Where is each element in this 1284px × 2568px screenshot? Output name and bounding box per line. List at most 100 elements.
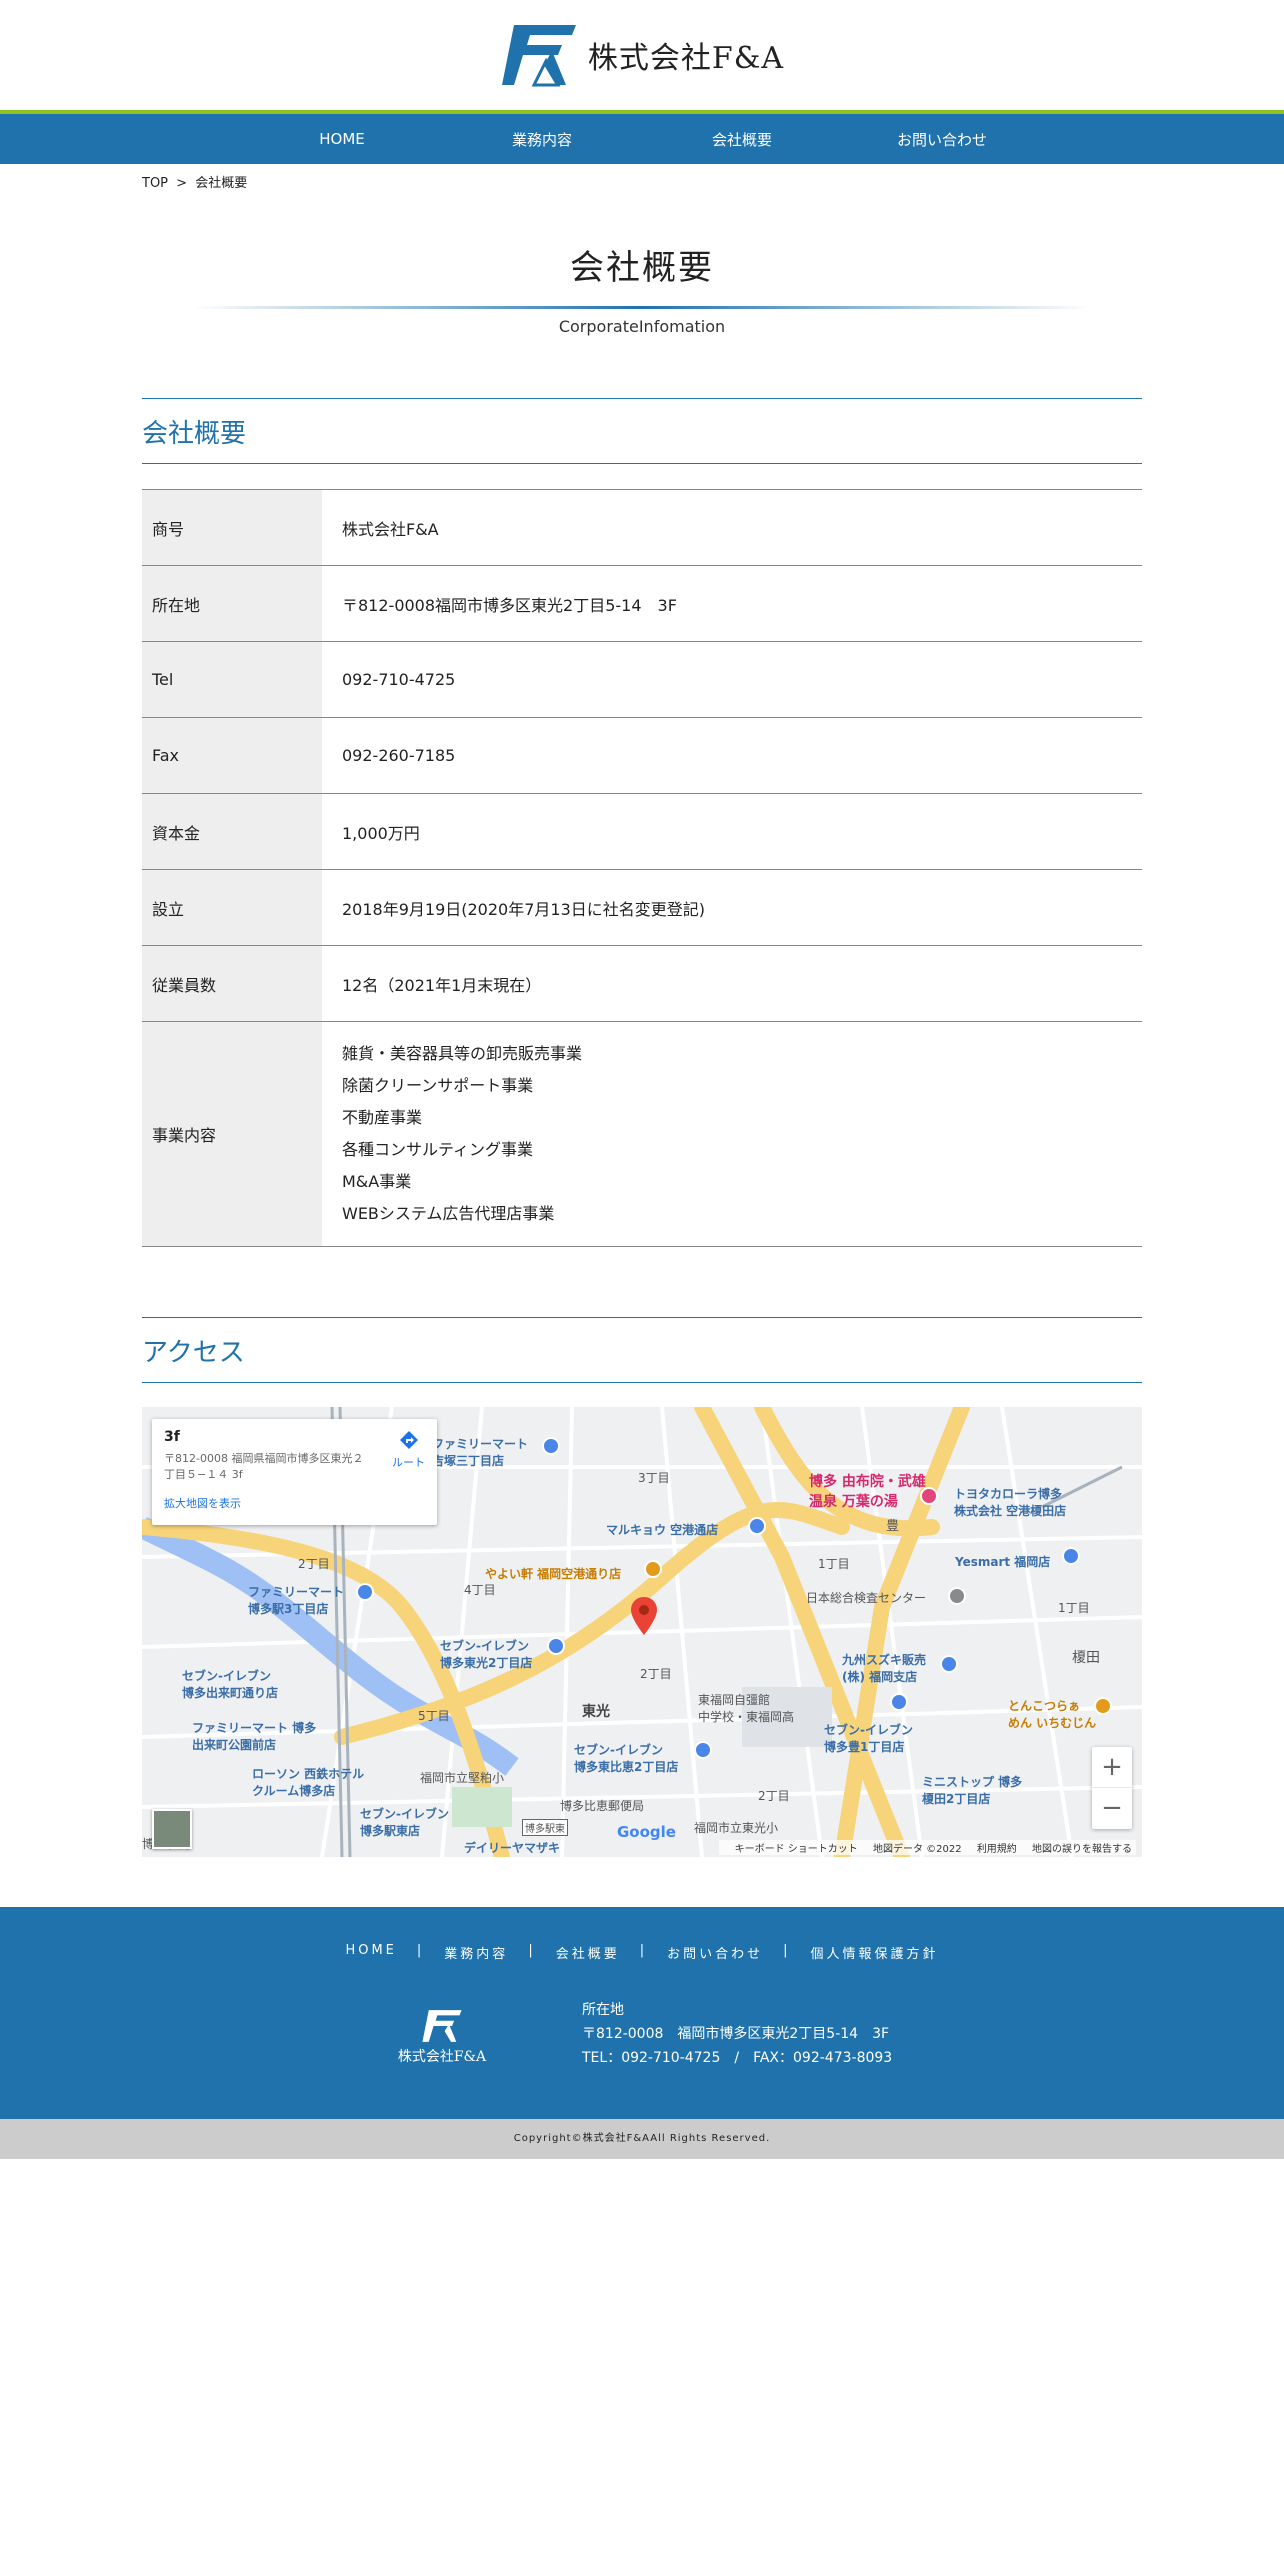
nav-home[interactable]: HOME [242, 130, 442, 148]
nav-company[interactable]: 会社概要 [642, 129, 842, 150]
footer-separator: | [783, 1943, 791, 1958]
map-label-toyota[interactable]: トヨタカローラ博多 株式会社 空港榎田店 [954, 1485, 1066, 1519]
company-table: 商号 株式会社F&A 所在地 〒812-0008福岡市博多区東光2丁目5-14 … [142, 489, 1142, 1247]
footer-link-services[interactable]: 業務内容 [444, 1943, 508, 1962]
map-label-seven-higashihie[interactable]: セブン-イレブン 博多東比恵2丁目店 [574, 1741, 678, 1775]
satellite-toggle[interactable] [152, 1809, 192, 1849]
map-label-seven-tokou[interactable]: セブン-イレブン 博多東光2丁目店 [440, 1637, 532, 1671]
map-enlarge-link[interactable]: 拡大地図を表示 [164, 1495, 425, 1511]
google-map[interactable]: ファミリーマート 吉塚三丁目店 やよい軒 福岡空港通り店 博多 由布院・武雄 温泉 … [142, 1407, 1142, 1857]
row-label: 資本金 [142, 793, 322, 870]
breadcrumb-top[interactable]: TOP [142, 176, 168, 191]
footer-logo-text: 株式会社F&A [397, 2049, 487, 2065]
map-label-higashi-fukuoka[interactable]: 東福岡自彊館 中学校・東福岡高 [698, 1691, 794, 1725]
logo-text: 株式会社F&A [587, 41, 785, 76]
footer-separator: | [639, 1943, 648, 1958]
footer-link-privacy[interactable]: 個人情報保護方針 [811, 1943, 939, 1962]
fa-logo-icon [422, 2010, 462, 2042]
map-label-hakata-sho[interactable]: 福岡市立堅粕小 [420, 1769, 504, 1786]
map-label-familymart-3chome[interactable]: ファミリーマート 博多駅3丁目店 [248, 1583, 344, 1617]
restaurant-icon[interactable] [644, 1560, 662, 1578]
table-row: 資本金 1,000万円 [142, 793, 1142, 870]
map-label-chome: 1丁目 [818, 1557, 850, 1571]
footer-link-home[interactable]: HOME [345, 1943, 396, 1962]
map-label-seven-hakataeki[interactable]: セブン-イレブン 博多駅東店 [360, 1805, 449, 1839]
map-label-station[interactable]: 博多駅東 [522, 1819, 568, 1836]
site-footer: HOME | 業務内容 | 会社概要 | お問い合わせ | 個人情報保護方針 株… [0, 1907, 1284, 2119]
table-row: 商号 株式会社F&A [142, 489, 1142, 566]
row-label: Tel [142, 641, 322, 718]
map-label-onsen[interactable]: 博多 由布院・武雄 温泉 万葉の湯 [809, 1471, 926, 1511]
page-title-block: 会社概要 CorporateInfomation [0, 246, 1284, 336]
footer-address: 〒812-0008 福岡市博多区東光2丁目5-14 3F [582, 2026, 890, 2042]
zoom-in-button[interactable]: + [1092, 1747, 1132, 1788]
map-label-seven-yutaka[interactable]: セブン-イレブン 博多豊1丁目店 [824, 1721, 913, 1755]
row-value: 〒812-0008福岡市博多区東光2丁目5-14 3F [322, 565, 1142, 642]
keyboard-shortcuts-link[interactable]: キーボード ショートカット [735, 1844, 858, 1855]
map-label-daily[interactable]: デイリーヤマザキ [464, 1839, 560, 1856]
map-label-tonkotsu[interactable]: とんこつらぁ めん いちむじん [1008, 1697, 1096, 1731]
access-section: アクセス ファミリーマート 吉塚三丁目店 やよい軒 福岡空港通り店 博多 由布院… [142, 1317, 1142, 1857]
map-label-familymart-yoshizuka[interactable]: ファミリーマート 吉塚三丁目店 [432, 1435, 528, 1469]
convenience-store-icon[interactable] [547, 1637, 565, 1655]
location-pin-icon[interactable] [631, 1597, 657, 1635]
map-label-nihon-sogo[interactable]: 日本総合検査センター [806, 1589, 926, 1606]
map-label-familymart-demachi[interactable]: ファミリーマート 博多 出来町公園前店 [192, 1719, 316, 1753]
nav-contact[interactable]: お問い合わせ [842, 129, 1042, 150]
route-button[interactable]: ルート [392, 1429, 425, 1470]
map-label-tokou-sho[interactable]: 福岡市立東光小 [694, 1819, 778, 1836]
footer-nav: HOME | 業務内容 | 会社概要 | お問い合わせ | 個人情報保護方針 [0, 1907, 1284, 1962]
map-label-lawson[interactable]: ローソン 西鉄ホテル クルーム博多店 [252, 1765, 364, 1799]
car-dealer-icon[interactable] [940, 1655, 958, 1673]
title-divider [192, 306, 1092, 309]
map-data-text: 地図データ ©2022 [872, 1844, 962, 1855]
map-label-seven-demachi[interactable]: セブン-イレブン 博多出来町通り店 [182, 1667, 278, 1701]
nav-services[interactable]: 業務内容 [442, 129, 642, 150]
row-label: 商号 [142, 489, 322, 566]
google-logo: Google [617, 1823, 676, 1841]
terms-link[interactable]: 利用規約 [977, 1844, 1017, 1855]
convenience-store-icon[interactable] [542, 1437, 560, 1455]
company-heading: 会社概要 [142, 398, 1142, 464]
logo[interactable]: 株式会社F&A [500, 21, 784, 89]
convenience-store-icon[interactable] [356, 1583, 374, 1601]
ramen-icon[interactable] [1094, 1697, 1112, 1715]
footer-link-contact[interactable]: お問い合わせ [667, 1943, 763, 1962]
map-info-card: 3f 〒812-0008 福岡県福岡市博多区東光２丁目５−１４ 3f 拡大地図を… [152, 1419, 437, 1525]
table-row: Fax 092-260-7185 [142, 717, 1142, 794]
convenience-store-icon[interactable] [890, 1693, 908, 1711]
footer-logo[interactable]: 株式会社F&A [342, 1998, 542, 2070]
breadcrumb-current: 会社概要 [195, 176, 248, 191]
table-row: 設立 2018年9月19日(2020年7月13日に社名変更登記) [142, 869, 1142, 946]
footer-separator: | [528, 1943, 536, 1958]
row-value: 092-710-4725 [322, 641, 1142, 718]
business-list: 雑貨・美容器具等の卸売販売事業 除菌クリーンサポート事業 不動産事業 各種コンサ… [342, 1022, 1142, 1246]
building-icon[interactable] [948, 1587, 966, 1605]
business-item: 除菌クリーンサポート事業 [342, 1076, 534, 1095]
report-error-link[interactable]: 地図の誤りを報告する [1032, 1844, 1132, 1855]
business-item: 不動産事業 [342, 1108, 423, 1127]
supermarket-icon[interactable] [748, 1517, 766, 1535]
map-label-ministop[interactable]: ミニストップ 博多 榎田2丁目店 [922, 1773, 1022, 1807]
row-label: 所在地 [142, 565, 322, 642]
page-subtitle: CorporateInfomation [558, 317, 726, 336]
onsen-icon[interactable] [920, 1487, 938, 1505]
fa-logo-icon [501, 25, 576, 87]
row-value: 12名（2021年1月末現在） [322, 945, 1142, 1022]
breadcrumb: TOP > 会社概要 [142, 174, 1142, 194]
shop-icon[interactable] [1062, 1547, 1080, 1565]
map-label-chome: 2丁目 [758, 1789, 790, 1803]
footer-link-company[interactable]: 会社概要 [556, 1943, 620, 1962]
map-label-yesmart[interactable]: Yesmart 福岡店 [955, 1553, 1050, 1570]
zoom-out-button[interactable]: − [1092, 1788, 1132, 1829]
map-label-marukyo[interactable]: マルキョウ 空港通店 [606, 1521, 718, 1538]
map-label-chome: 2丁目 [298, 1557, 330, 1571]
map-label-chome: 5丁目 [418, 1709, 450, 1723]
row-label: Fax [142, 717, 322, 794]
map-label-yayoiken[interactable]: やよい軒 福岡空港通り店 [485, 1565, 621, 1582]
map-attribution: キーボード ショートカット 地図データ ©2022 利用規約 地図の誤りを報告す… [718, 1840, 1136, 1855]
map-label-kyushu-suzuki[interactable]: 九州スズキ販売 (株) 福岡支店 [842, 1651, 926, 1685]
convenience-store-icon[interactable] [694, 1741, 712, 1759]
map-label-hiee[interactable]: 博多比恵郵便局 [560, 1797, 644, 1814]
directions-icon [399, 1431, 418, 1449]
